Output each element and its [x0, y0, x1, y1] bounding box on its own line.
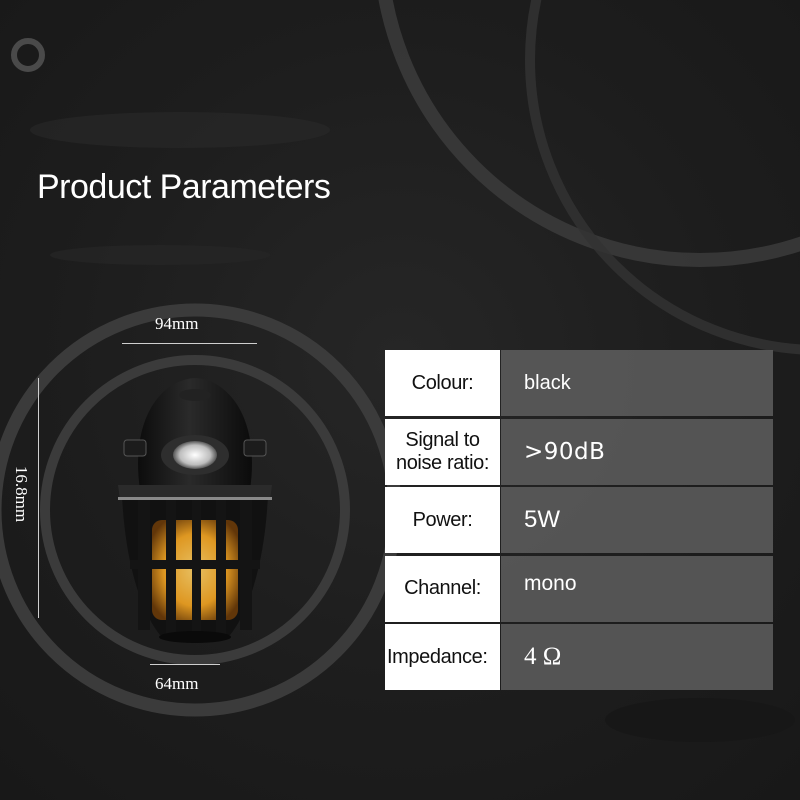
param-row-power: Power: 5W — [385, 487, 773, 556]
dimension-width-top: 94mm — [155, 314, 199, 333]
param-row-impedance: Impedance: 4 Ω — [385, 624, 773, 693]
param-row-colour: Colour: black — [385, 350, 773, 419]
param-row-channel: Channel: mono — [385, 555, 773, 625]
dimension-line-bottom — [150, 664, 220, 665]
dimension-width-bottom: 64mm — [155, 674, 199, 693]
param-value-channel: mono — [501, 555, 773, 622]
param-value-signal-to-noise: >90dB — [501, 418, 773, 485]
param-label-channel: Channel: — [385, 555, 500, 622]
param-value-impedance: 4 Ω — [501, 624, 773, 691]
speaker-image — [118, 378, 272, 643]
param-row-signal-to-noise: Signal to noise ratio: >90dB — [385, 418, 773, 488]
dimension-line-height — [38, 378, 39, 618]
param-value-colour: black — [501, 350, 773, 416]
param-label-colour: Colour: — [385, 350, 500, 416]
param-value-power: 5W — [501, 487, 773, 554]
page-title: Product Parameters — [37, 168, 331, 206]
param-label-impedance: Impedance: — [385, 624, 500, 691]
param-label-signal-to-noise: Signal to noise ratio: — [385, 418, 500, 485]
dimension-line-top — [122, 343, 257, 344]
param-label-power: Power: — [385, 487, 500, 554]
dimension-height: 16.8mm — [12, 465, 32, 523]
parameters-table: Colour: black Signal to noise ratio: >90… — [385, 350, 773, 693]
product-parameters-page: Product Parameters 94mm 64mm 16.8mm Colo… — [0, 0, 800, 800]
